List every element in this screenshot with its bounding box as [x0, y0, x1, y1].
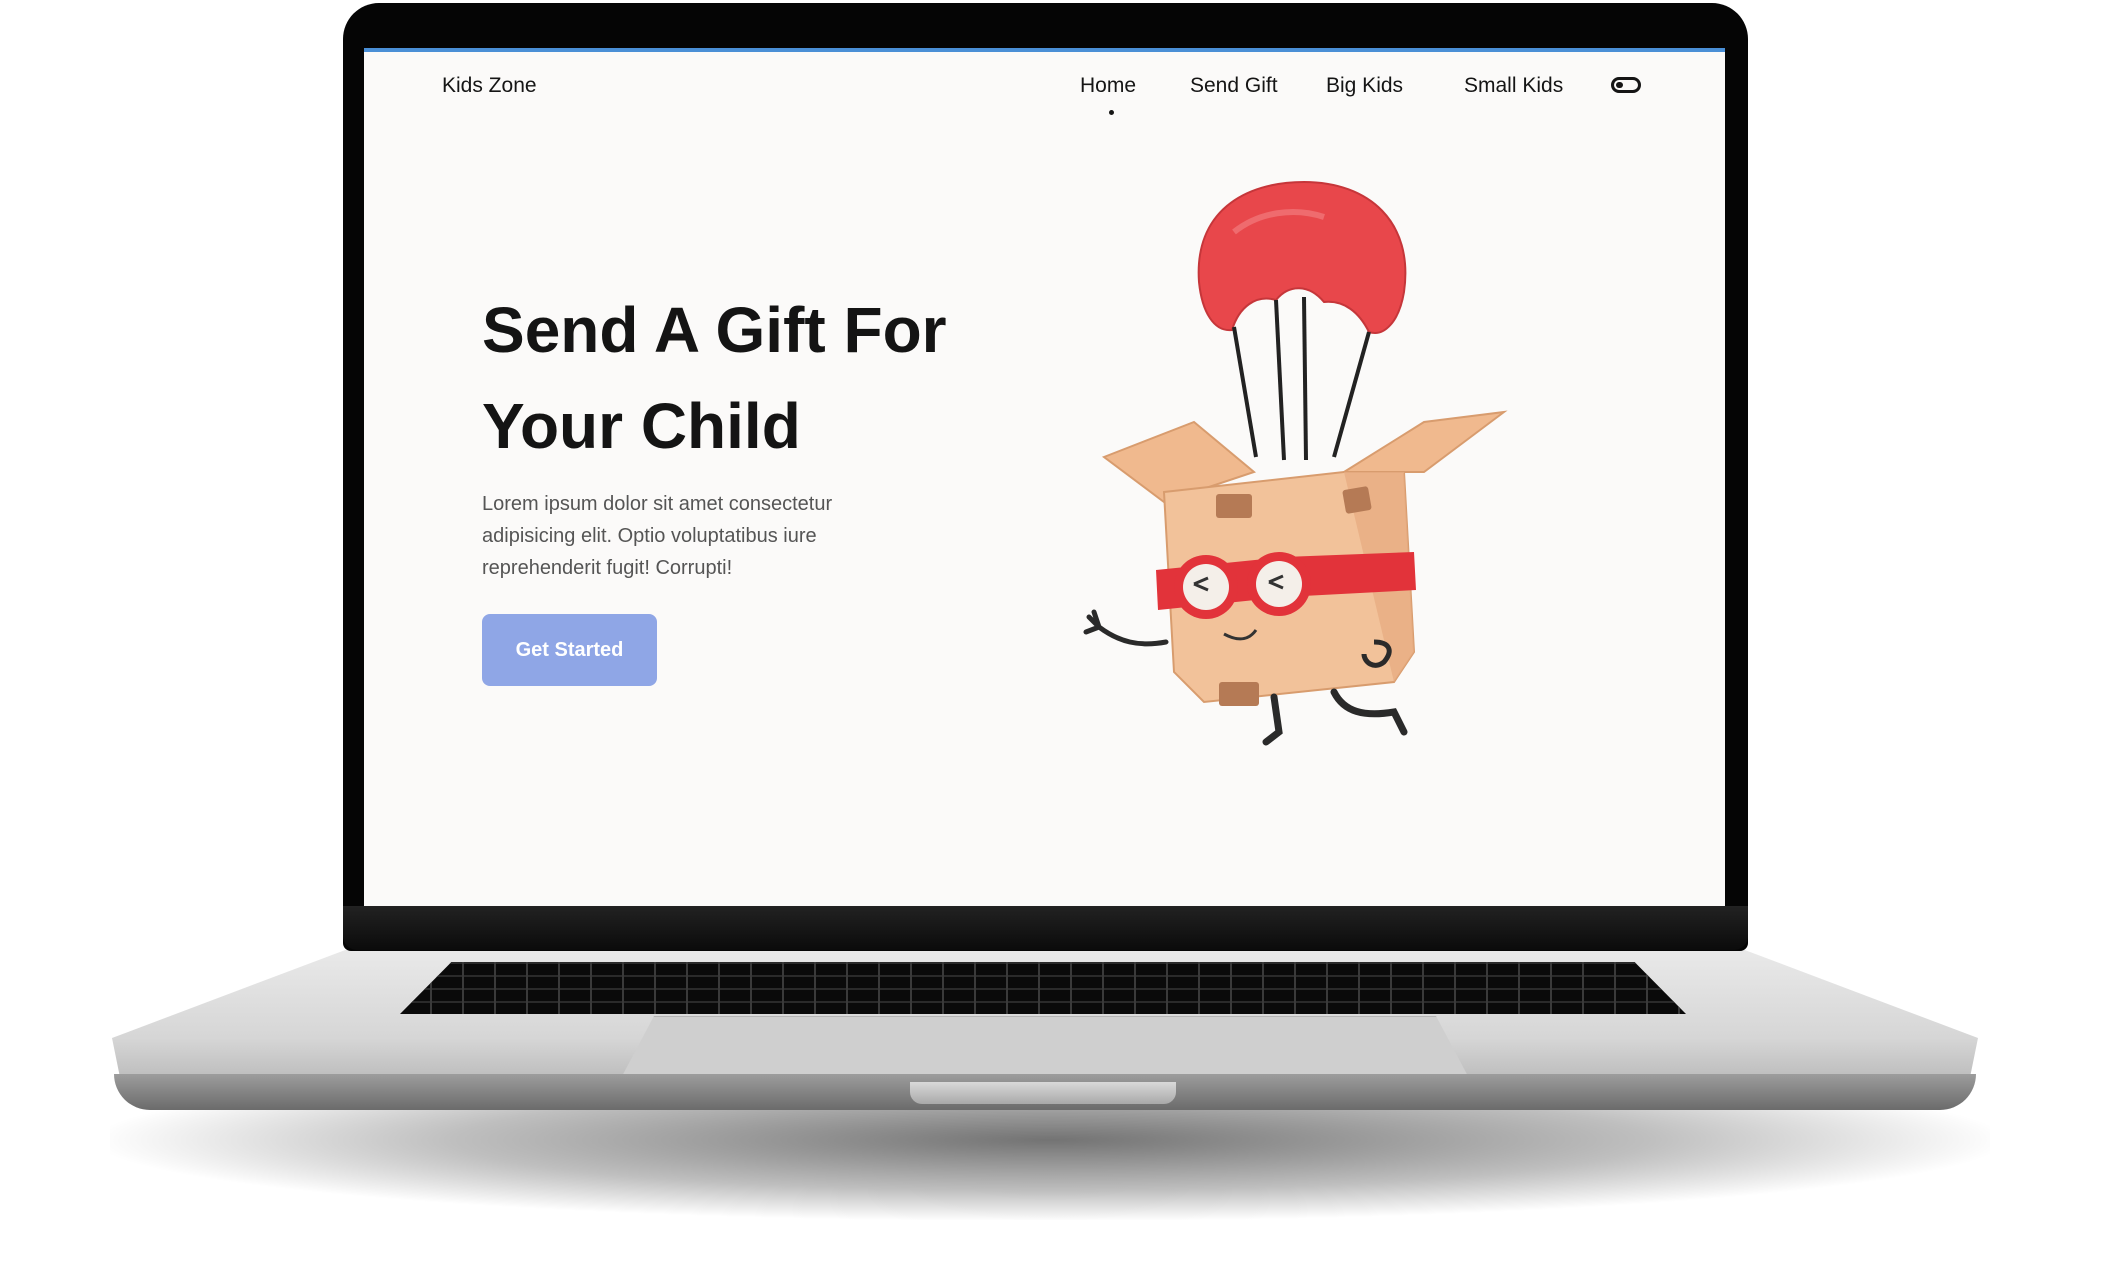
active-nav-indicator [1109, 110, 1114, 115]
nav-item-small-kids[interactable]: Small Kids [1464, 74, 1563, 98]
nav-item-big-kids[interactable]: Big Kids [1326, 74, 1403, 98]
theme-toggle-icon[interactable] [1611, 77, 1641, 93]
toggle-knob [1616, 82, 1623, 88]
laptop-lid-chin [343, 906, 1748, 950]
parachute-gift-box-illustration [1083, 180, 1508, 746]
browser-viewport: Kids Zone Home Send Gift Big Kids Small … [364, 48, 1725, 906]
parachute-canopy [1197, 180, 1407, 334]
nav-item-send-gift[interactable]: Send Gift [1190, 74, 1278, 98]
top-navbar: Kids Zone Home Send Gift Big Kids Small … [364, 52, 1725, 132]
hero-title-line-2: Your Child [482, 390, 801, 462]
parachute-string-3 [1302, 296, 1308, 461]
parachute-string-2 [1274, 299, 1286, 461]
hero-description: Lorem ipsum dolor sit amet consectetur a… [482, 493, 833, 579]
parachute-string-4 [1332, 331, 1371, 458]
nav-item-home[interactable]: Home [1080, 74, 1136, 98]
laptop-notch [910, 1082, 1176, 1104]
hero-title-line-1: Send A Gift For [482, 294, 947, 366]
get-started-button[interactable]: Get Started [482, 614, 657, 686]
brand-logo-text[interactable]: Kids Zone [442, 74, 537, 98]
leg-left [1262, 693, 1283, 746]
hero-title: Send A Gift For Your Child [482, 282, 1042, 474]
box-flap-right [1340, 410, 1508, 473]
laptop-trackpad [620, 1016, 1470, 1080]
parachute-string-1 [1232, 326, 1258, 458]
leg-right [1330, 688, 1408, 736]
arm-left [1083, 609, 1169, 647]
laptop-keyboard [400, 962, 1686, 1014]
